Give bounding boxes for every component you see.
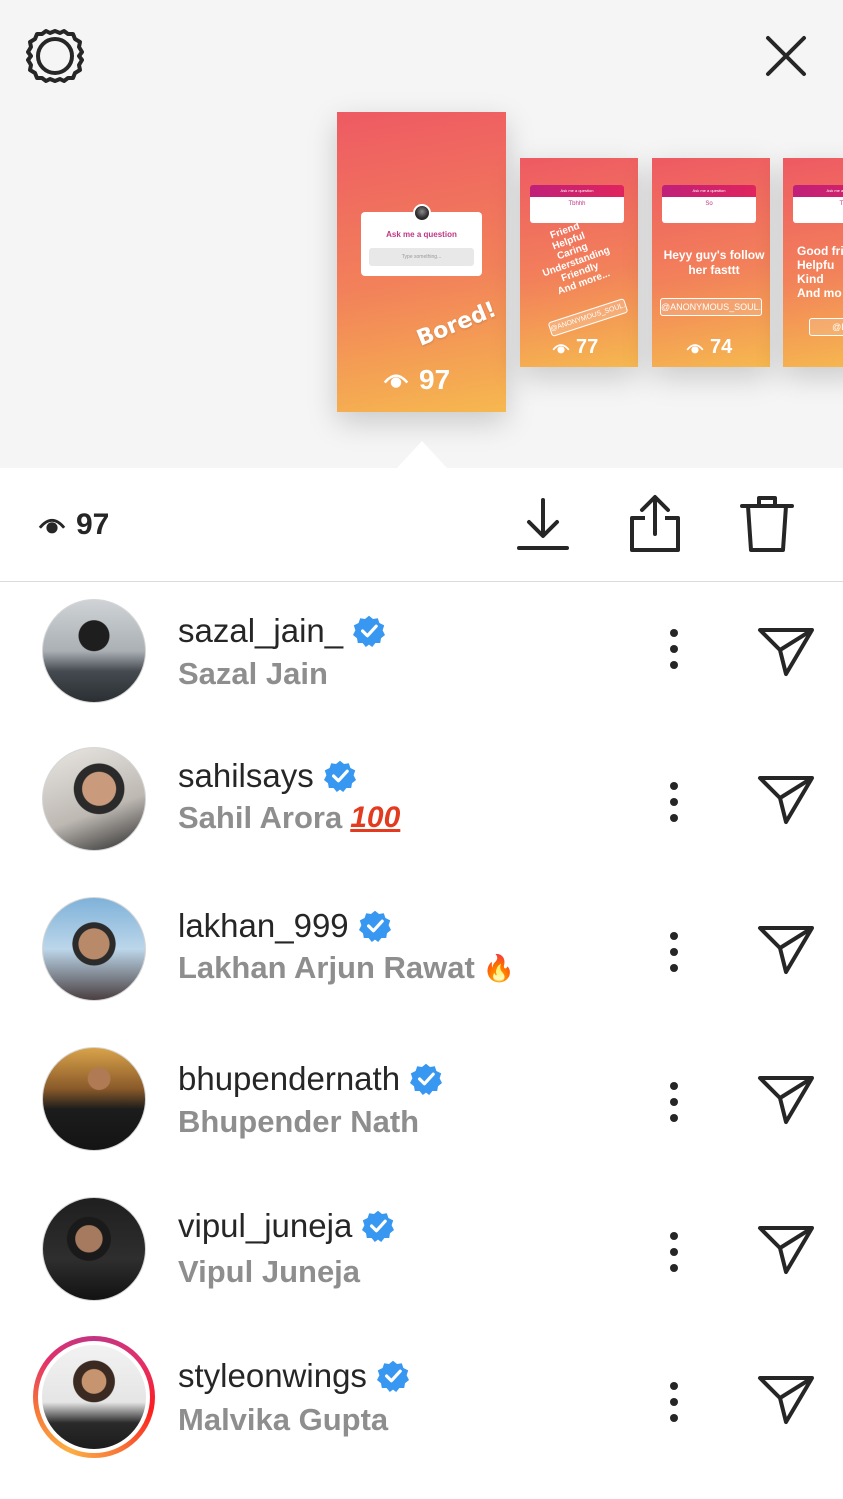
verified-icon [410, 1063, 442, 1095]
username-text: sahilsays [178, 757, 314, 794]
full-name-text: Vipul Juneja [178, 1254, 361, 1289]
story-text: Heyy guy's follow her fasttt [663, 248, 765, 277]
viewer-row[interactable]: sahilsays Sahil Arora 100 [0, 732, 843, 882]
story-thumbnail-selected[interactable]: Ask me a question Type something... Bore… [337, 112, 506, 412]
verified-icon [362, 1210, 394, 1242]
story-thumbnail[interactable]: Ask me a question Tbhhh Friend Helpful C… [520, 158, 638, 367]
question-title: Ask me a question [386, 230, 457, 239]
download-icon[interactable] [515, 494, 571, 554]
story-preview-area: Ask me a question Type something... Bore… [0, 0, 843, 469]
viewer-row[interactable]: bhupendernath Bhupender Nath [0, 1032, 843, 1182]
viewer-row[interactable]: styleonwings Malvika Gupta [0, 1332, 843, 1482]
viewer-full-name: Sazal Jain [178, 656, 328, 692]
more-options-icon[interactable] [662, 930, 686, 974]
total-views: 97 [38, 508, 109, 542]
viewer-full-name: Sahil Arora 100 [178, 800, 400, 836]
full-name-text: Sahil Arora [178, 800, 343, 835]
viewer-username[interactable]: lakhan_999 [178, 907, 391, 945]
username-text: lakhan_999 [178, 907, 349, 944]
verified-icon [353, 615, 385, 647]
hundred-points-icon: 100 [350, 801, 401, 834]
eye-icon [552, 341, 570, 355]
more-options-icon[interactable] [662, 1230, 686, 1274]
username-text: bhupendernath [178, 1060, 401, 1097]
question-placeholder: Type something... [369, 248, 474, 266]
trash-icon[interactable] [739, 494, 795, 554]
story-text: Good frie Helpfu Kind And mo [797, 244, 843, 300]
question-answer: Tbhhh [530, 197, 624, 223]
close-icon[interactable] [762, 32, 810, 80]
story-view-count: 77 [552, 336, 598, 359]
avatar[interactable] [42, 1047, 146, 1151]
viewer-full-name: Bhupender Nath [178, 1104, 419, 1140]
mention-tag: @ANONYMOUS_SOUL... [547, 298, 629, 337]
more-options-icon[interactable] [662, 1080, 686, 1124]
gear-icon[interactable] [26, 27, 84, 85]
view-count-label: 74 [710, 336, 733, 358]
full-name-text: Bhupender Nath [178, 1104, 420, 1139]
send-icon[interactable] [756, 1372, 816, 1428]
view-count-label: 77 [576, 336, 599, 358]
question-answer: So [662, 197, 756, 223]
question-header: Ask me a question [662, 185, 756, 197]
full-name-text: Malvika Gupta [178, 1402, 389, 1437]
eye-icon [38, 514, 66, 536]
verified-icon [324, 760, 356, 792]
viewer-username[interactable]: vipul_juneja [178, 1207, 394, 1245]
avatar[interactable] [42, 1197, 146, 1301]
question-header: Ask me a question [530, 185, 624, 197]
avatar [412, 204, 431, 222]
view-count-label: 97 [419, 364, 451, 395]
more-options-icon[interactable] [662, 780, 686, 824]
story-view-count: 97 [383, 364, 450, 396]
viewer-username[interactable]: styleonwings [178, 1357, 409, 1395]
viewer-row[interactable]: vipul_juneja Vipul Juneja [0, 1182, 843, 1332]
viewer-full-name: Vipul Juneja [178, 1254, 360, 1290]
story-toolbar: 97 [0, 468, 843, 582]
selection-caret [396, 441, 448, 469]
send-icon[interactable] [756, 624, 816, 680]
username-text: styleonwings [178, 1357, 367, 1394]
send-icon[interactable] [756, 1072, 816, 1128]
avatar[interactable] [42, 599, 146, 703]
viewer-row[interactable]: sazal_jain_ Sazal Jain [0, 582, 843, 732]
share-icon[interactable] [627, 494, 683, 554]
story-thumbnail[interactable]: Ask me a question Th Good frie Helpfu Ki… [783, 158, 843, 367]
send-icon[interactable] [756, 922, 816, 978]
verified-icon [377, 1360, 409, 1392]
avatar-with-story-ring[interactable] [33, 1336, 155, 1458]
viewer-full-name: Malvika Gupta [178, 1402, 388, 1438]
story-text: Friend Helpful Caring Understanding Frie… [541, 220, 612, 298]
story-view-count: 74 [686, 336, 732, 359]
full-name-text: Lakhan Arjun Rawat [178, 950, 475, 985]
verified-icon [359, 910, 391, 942]
mention-tag: @ANONYMOUS_SOUL... [660, 298, 762, 316]
story-thumbnail[interactable]: Ask me a question So Heyy guy's follow h… [652, 158, 770, 367]
viewer-username[interactable]: sazal_jain_ [178, 612, 385, 650]
viewer-full-name: Lakhan Arjun Rawat 🔥 [178, 950, 515, 986]
send-icon[interactable] [756, 772, 816, 828]
username-text: sazal_jain_ [178, 612, 344, 649]
viewer-row[interactable]: lakhan_999 Lakhan Arjun Rawat 🔥 [0, 882, 843, 1032]
send-icon[interactable] [756, 1222, 816, 1278]
more-options-icon[interactable] [662, 627, 686, 671]
full-name-text: Sazal Jain [178, 656, 328, 691]
username-text: vipul_juneja [178, 1207, 353, 1244]
avatar[interactable] [42, 897, 146, 1001]
fire-icon: 🔥 [482, 952, 516, 983]
viewer-username[interactable]: sahilsays [178, 757, 356, 795]
question-header: Ask me a question [793, 185, 843, 197]
sticker-text: Bored! [413, 297, 501, 352]
question-answer: Th [793, 197, 843, 223]
avatar[interactable] [42, 747, 146, 851]
mention-tag: @BHA [809, 318, 843, 336]
viewer-username[interactable]: bhupendernath [178, 1060, 442, 1098]
total-views-count: 97 [76, 508, 110, 541]
question-sticker: Ask me a question Type something... [361, 204, 482, 276]
more-options-icon[interactable] [662, 1380, 686, 1424]
eye-icon [383, 370, 409, 390]
eye-icon [686, 341, 704, 355]
